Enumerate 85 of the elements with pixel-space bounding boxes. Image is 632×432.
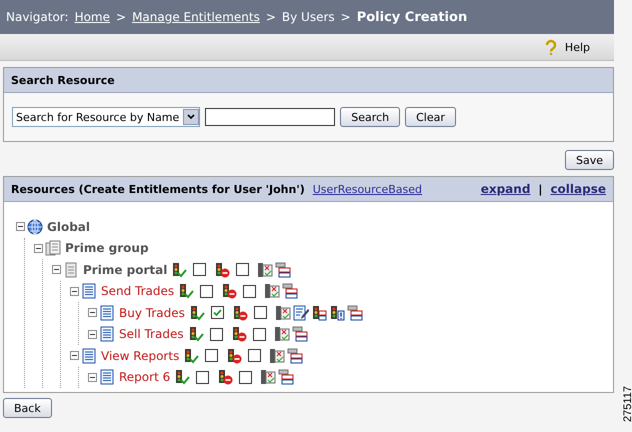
checkbox[interactable] [254,306,267,320]
allow-icon [171,262,188,278]
split-icon [346,304,363,321]
checkbox[interactable] [252,328,266,341]
light-split-icon [310,304,327,321]
checkbox[interactable] [205,349,218,362]
checkbox[interactable] [248,349,262,362]
breadcrumb-link[interactable]: Home [74,10,110,24]
allow-icon [174,369,190,386]
save-button[interactable]: Save [564,150,614,170]
search-type-dropdown[interactable]: Search for Resource by Name [12,107,200,127]
tree-node-label[interactable]: Send Trades [101,284,174,298]
collapse-toggle-icon[interactable] [70,286,79,296]
breadcrumb-separator: > [340,10,351,24]
checkbox[interactable] [239,370,252,384]
deny-icon [230,326,247,342]
figure-id: 275117 [622,386,632,422]
deny-icon [221,283,238,300]
search-panel-button[interactable]: Clear [405,107,456,127]
split-icon [278,369,294,386]
grid-check-icon [257,262,274,278]
tree-node-label[interactable]: View Reports [101,348,180,363]
server-icon [63,262,79,278]
deny-icon [232,304,248,321]
edit-icon [292,304,309,321]
checkbox[interactable] [200,284,214,298]
collapse-toggle-icon[interactable] [88,372,97,382]
collapse-toggle-icon[interactable] [88,308,97,318]
grid-check-icon [264,283,280,300]
collapse-toggle-icon[interactable] [16,222,25,232]
globe-icon [27,218,43,235]
split-icon [275,262,292,278]
breadcrumb-separator: > [266,10,276,24]
split-icon [287,348,304,364]
panel-title: Resources (Create Entitlements for User 'John') [11,182,305,196]
document-icon [99,304,115,321]
light-alert-icon [328,304,345,321]
document-icon [81,348,97,364]
grid-check-icon [260,369,276,386]
breadcrumb-link[interactable]: Manage Entitlements [132,10,260,24]
checkbox[interactable] [210,306,224,320]
collapse-toggle-icon[interactable] [88,330,97,339]
search-panel-button[interactable]: Search [340,107,400,127]
split-icon [282,283,298,300]
checkbox[interactable] [193,263,206,276]
deny-icon [217,369,234,386]
split-icon [292,326,308,342]
tree-node-label[interactable]: Prime group [65,241,149,256]
checkbox[interactable] [243,284,256,298]
deny-icon [226,348,242,364]
tree-node-label[interactable]: Global [47,220,90,234]
allow-icon [178,283,194,300]
deny-icon [214,262,230,278]
document-icon [81,283,97,300]
breadcrumb-text: By Users [282,10,335,24]
tree-node-label[interactable]: Sell Trades [119,327,184,342]
back-button[interactable]: Back [3,398,52,418]
tree-node-label[interactable]: Buy Trades [119,306,185,320]
tree-node-label[interactable]: Report 6 [119,370,170,384]
user-resource-based-link[interactable]: UserResourceBased [312,182,422,196]
tree-node-label[interactable]: Prime portal [83,262,168,277]
server-group-icon [45,240,61,256]
link-separator: | [538,182,542,196]
allow-icon [188,304,205,321]
collapse-toggle-icon[interactable] [34,244,43,253]
collapse-link[interactable]: collapse [550,182,606,196]
breadcrumb-separator: > [116,10,126,24]
panel-title: Search Resource [11,74,115,86]
collapse-toggle-icon[interactable] [70,351,79,360]
expand-link[interactable]: expand [480,182,530,196]
checkbox[interactable] [236,263,250,276]
grid-check-icon [274,326,290,342]
page-title: Policy Creation [356,10,468,24]
grid-check-icon [269,348,286,364]
allow-icon [188,326,204,342]
document-icon [99,326,115,342]
document-icon [99,369,115,386]
help-link[interactable]: Help [564,40,590,54]
grid-check-icon [274,304,291,321]
checkbox[interactable] [196,370,210,384]
navigator-label: Navigator: [6,10,69,24]
allow-icon [183,348,200,364]
collapse-toggle-icon[interactable] [52,265,61,274]
checkbox[interactable] [210,328,223,341]
search-field[interactable] [205,108,336,126]
